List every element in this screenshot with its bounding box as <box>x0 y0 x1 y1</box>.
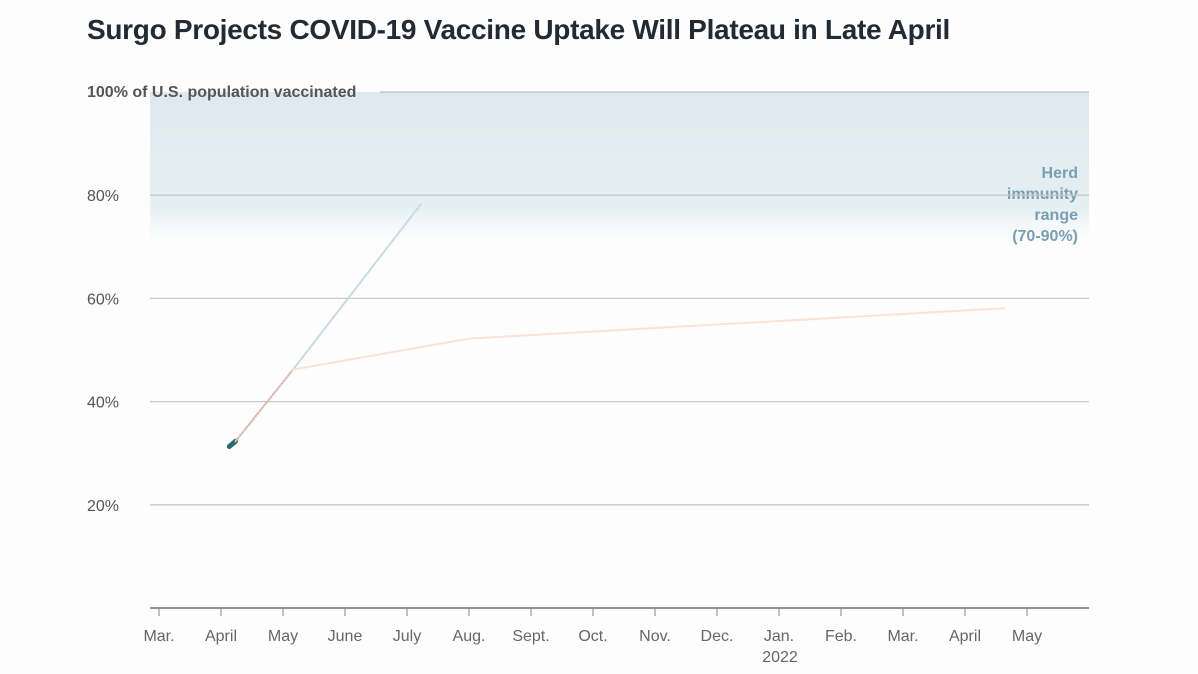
x-tick-label: May <box>268 628 298 645</box>
chart: Herd immunity range (70-90%) 20% 40% 60% 80% M… <box>87 84 1089 666</box>
x-tick-label: Dec. <box>701 628 734 645</box>
x-tick-label: Aug. <box>453 628 486 645</box>
y-tick-label: 80% <box>87 188 119 205</box>
x-tick-label: Mar. <box>143 628 174 645</box>
herd-immunity-label: (70-90%) <box>1012 228 1078 245</box>
y-tick-label: 60% <box>87 291 119 308</box>
x-tick-label: June <box>328 628 363 645</box>
x-tick-label: April <box>205 628 237 645</box>
x-tick-label: Feb. <box>825 628 857 645</box>
y-tick-label: 40% <box>87 395 119 412</box>
x-tick-label: Mar. <box>887 628 918 645</box>
y-tick-label: 20% <box>87 498 119 515</box>
x-tick-label: April <box>949 628 981 645</box>
series-line-3 <box>292 307 1006 371</box>
series-line-0 <box>226 438 238 449</box>
series-line-1 <box>234 368 294 443</box>
x-tick-label: Nov. <box>639 628 671 645</box>
x-tick-label: Sept. <box>512 628 549 645</box>
herd-immunity-label: range <box>1034 207 1078 224</box>
x-year-label: 2022 <box>762 649 798 666</box>
x-tick-label: Oct. <box>578 628 607 645</box>
herd-immunity-label: immunity <box>1007 186 1078 203</box>
x-tick-label: May <box>1012 628 1042 645</box>
herd-immunity-label: Herd <box>1042 165 1078 182</box>
y-axis-label: 100% of U.S. population vaccinated <box>87 84 356 101</box>
x-tick-label: July <box>393 628 421 645</box>
x-tick-label: Jan. <box>764 628 794 645</box>
herd-immunity-band <box>150 92 1089 247</box>
